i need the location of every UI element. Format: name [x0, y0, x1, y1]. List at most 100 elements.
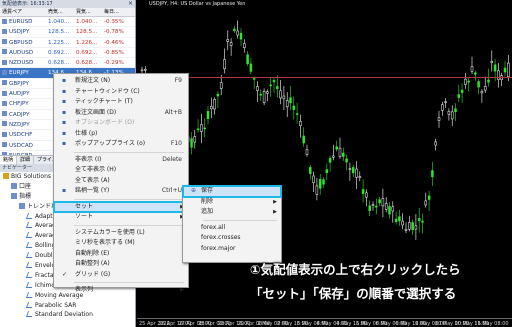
close-icon[interactable]: ×	[128, 0, 133, 8]
menu-item[interactable]: ▪ オプションボード (O)	[54, 118, 188, 129]
candle-body	[302, 135, 305, 144]
menu-item-shortcut: Alt+B	[164, 108, 182, 116]
column-header-ask[interactable]: 買気...	[74, 8, 102, 16]
candle-body	[355, 168, 358, 178]
candle-body	[454, 108, 457, 112]
tab-symbols[interactable]: 銘柄	[0, 156, 18, 164]
set-submenu: ⊕ 保存 削除 ▶ 追加 ▶ forex.all forex.crosses forex.maj…	[182, 185, 282, 263]
currency-flag-icon	[2, 111, 7, 117]
navigator-item-label: 指標	[19, 192, 32, 200]
candle-body	[210, 106, 213, 110]
candle-body	[279, 90, 282, 99]
symbol-label: GBPUSD	[9, 39, 33, 46]
column-header-change[interactable]: 毎日...	[102, 8, 134, 16]
menu-item[interactable]: forex.all	[183, 223, 281, 234]
menu-item[interactable]: ▪ 板注文画面 (D) Alt+B	[54, 108, 188, 119]
candle-body	[285, 100, 289, 107]
market-watch-row[interactable]: EURUSD 1.040... 1.040... -0.35%	[0, 17, 135, 28]
menu-item[interactable]: 表示列 ▶	[54, 285, 188, 296]
candle-body	[493, 64, 497, 72]
folder-icon	[11, 192, 17, 199]
market-watch-row[interactable]: GBPUSD 1.225... 1.226... -0.46%	[0, 38, 135, 48]
depth-of-market-icon: ▪	[62, 108, 67, 116]
menu-item-label: チャートウィンドウ (C)	[75, 87, 140, 95]
menu-item-label: 削除	[201, 197, 214, 205]
indicator-icon	[25, 252, 35, 259]
menu-item[interactable]: forex.major	[183, 244, 281, 255]
market-watch-row[interactable]: AUDUSD 0.692... 0.692... -0.85%	[0, 48, 135, 59]
menu-item[interactable]: 非表示 (I) Delete	[54, 155, 188, 166]
candle-body	[437, 117, 441, 121]
navigator-item-label: Standard Deviation	[35, 311, 93, 319]
menu-item[interactable]: セット▶	[53, 200, 189, 213]
navigator-item[interactable]: Standard Deviation	[0, 310, 135, 320]
indicator-icon	[25, 301, 35, 308]
candle-body	[229, 42, 233, 46]
market-watch-row[interactable]: NZDUSD 0.628... 0.628... -0.29%	[0, 58, 135, 69]
symbol-label: NZDUSD	[9, 60, 34, 67]
symbol-label: CHFJPY	[9, 101, 29, 108]
menu-item-label: 全て表示 (A)	[75, 176, 110, 184]
indicator-icon	[25, 212, 35, 219]
menu-item[interactable]: ▪ 銘柄一覧 (Y) Ctrl+U	[54, 186, 188, 197]
candle-body	[361, 189, 365, 194]
menu-item[interactable]: 追加 ▶	[183, 207, 281, 218]
menu-item-shortcut: Ctrl+U	[161, 187, 182, 194]
candle-body	[295, 113, 299, 115]
candle-body	[292, 105, 296, 110]
menu-item[interactable]: ▪ チャートウィンドウ (C)	[54, 87, 188, 98]
currency-flag-icon	[2, 121, 7, 127]
menu-item-label: オプションボード (O)	[75, 119, 135, 126]
symbol-label: CADJPY	[9, 111, 30, 118]
navigator-item-label: 口座	[19, 182, 32, 190]
candle-body	[441, 104, 444, 111]
menu-item[interactable]: システムカラーを使用 (L)	[54, 228, 188, 239]
menu-item[interactable]: ミリ秒を表示する (M)	[54, 238, 188, 249]
navigator-item[interactable]: Parabolic SAR	[0, 301, 135, 311]
column-header-bid[interactable]: 売気...	[46, 8, 74, 16]
indicator-icon	[25, 271, 35, 278]
menu-item-label: forex.all	[201, 223, 226, 231]
candle-body	[460, 89, 464, 93]
menu-item[interactable]: 全て非表示 (H)	[54, 165, 188, 176]
menu-item-label: グリッド (G)	[75, 270, 111, 278]
menu-item[interactable]: forex.crosses	[183, 233, 281, 244]
candle-body	[239, 32, 243, 40]
menu-item[interactable]: ⊕ 保存	[182, 185, 282, 198]
menu-item[interactable]: 自動削除 (E)	[54, 249, 188, 260]
time-axis: 25 Apr 2022 26 Apr 16:00 27 Apr 08:00 28 Ap…	[137, 318, 512, 327]
candle-body	[398, 216, 401, 222]
change-cell: -0.35%	[104, 19, 124, 25]
menu-item[interactable]: 削除 ▶	[183, 197, 281, 208]
market-watch-row[interactable]: USDJPY 128.5... 128.5... -0.78%	[0, 27, 135, 38]
menu-item[interactable]: 全て表示 (A)	[54, 176, 188, 187]
candle-body	[200, 124, 203, 132]
symbol-cell: AUDUSD	[0, 48, 46, 57]
candle-body	[434, 141, 437, 146]
tab-details[interactable]: 詳細	[17, 156, 35, 164]
instruction-line-1: ①気配値表示の上で右クリックしたら	[250, 262, 461, 277]
menu-separator	[74, 151, 184, 153]
candle-body	[384, 203, 388, 210]
indicator-icon	[25, 311, 35, 318]
menu-item[interactable]: ✓ グリッド (G)	[54, 270, 188, 281]
menu-item[interactable]: ▪ 新規注文 (N) F9	[54, 76, 188, 87]
currency-flag-icon	[2, 100, 7, 106]
candle-body	[467, 80, 470, 83]
candle-body	[276, 86, 279, 89]
submenu-arrow-icon: ▶	[180, 287, 184, 293]
menu-item-label: 仕様 (p)	[75, 129, 98, 137]
symbol-cell: NZDJPY	[0, 120, 46, 129]
candle-body	[444, 101, 447, 103]
menu-item[interactable]: ソート▶	[54, 212, 188, 223]
column-header-symbol[interactable]: 通貨ペア	[0, 8, 46, 16]
context-menu: ▪ 新規注文 (N) F9 ▪ チャートウィンドウ (C) ▪ ティックチャート (T) ▪ 板…	[53, 73, 189, 293]
menu-item[interactable]: ▪ ティックチャート (T)	[54, 97, 188, 108]
symbol-label: USDJPY	[9, 29, 30, 36]
market-watch-title: 気配値表示: 16:33:17	[2, 1, 53, 7]
menu-item[interactable]: ▪ ポップアッププライス (o) F10	[54, 139, 188, 150]
candle-body	[487, 79, 490, 83]
menu-item[interactable]: 自動整列 (A)	[54, 259, 188, 270]
candle-body	[226, 39, 230, 42]
menu-item[interactable]: ▪ 仕様 (p)	[54, 129, 188, 140]
